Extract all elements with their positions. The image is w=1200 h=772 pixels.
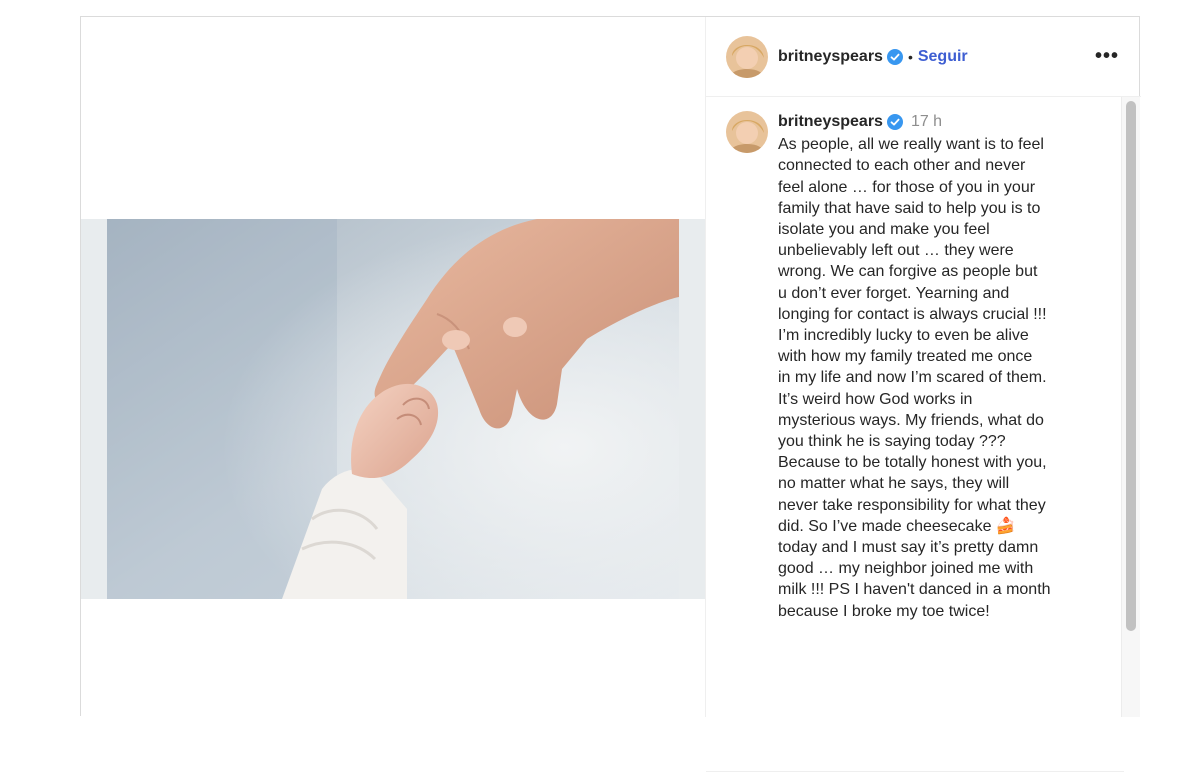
verified-badge-icon xyxy=(886,113,903,130)
header-username[interactable]: britneyspears xyxy=(778,48,883,66)
caption-body: britneyspears 17 h As people, all we rea… xyxy=(778,111,1108,622)
more-options-icon[interactable]: ••• xyxy=(1095,45,1119,68)
caption-text: As people, all we really want is to feel… xyxy=(778,136,1051,620)
hands-photo-illustration xyxy=(107,219,679,599)
caption-username[interactable]: britneyspears xyxy=(778,111,883,132)
verified-badge-icon xyxy=(886,48,903,65)
avatar[interactable] xyxy=(726,35,768,78)
post-media xyxy=(81,17,705,717)
post-timestamp[interactable]: 17 h xyxy=(911,111,942,132)
photo-frame xyxy=(81,219,705,599)
post-photo[interactable] xyxy=(107,219,679,599)
caption-comment: britneyspears 17 h As people, all we rea… xyxy=(726,111,1108,622)
instagram-post-card: britneyspears • Seguir ••• britneyspears… xyxy=(80,16,1142,772)
post-sidebar: britneyspears • Seguir ••• britneyspears… xyxy=(705,17,1142,772)
comments-section: britneyspears 17 h As people, all we rea… xyxy=(706,97,1142,772)
caption-avatar[interactable] xyxy=(726,111,768,153)
separator-dot: • xyxy=(907,48,913,65)
scrollbar-thumb[interactable] xyxy=(1126,101,1136,631)
follow-button[interactable]: Seguir xyxy=(918,48,968,66)
post-header: britneyspears • Seguir ••• xyxy=(706,17,1141,97)
caption-header: britneyspears 17 h xyxy=(778,111,1108,132)
